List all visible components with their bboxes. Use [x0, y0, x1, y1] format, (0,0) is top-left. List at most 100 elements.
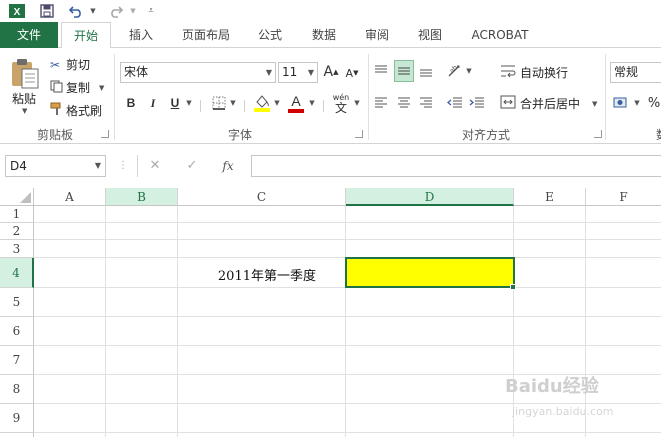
fill-color-dropdown-icon[interactable]: ▼	[272, 95, 282, 111]
tab-page-layout[interactable]: 页面布局	[174, 22, 238, 48]
row-header[interactable]: 2	[0, 223, 34, 240]
gridline	[34, 222, 661, 223]
number-format-combo[interactable]: 常规	[610, 62, 661, 83]
fill-handle[interactable]	[510, 284, 516, 290]
alignment-launcher-icon[interactable]	[594, 130, 602, 138]
column-header[interactable]: C	[178, 188, 346, 206]
clipboard-group-label: 剪贴板	[36, 128, 73, 142]
shrink-font-button[interactable]: A ▼	[343, 65, 361, 81]
font-name-combo[interactable]: 宋体 ▼	[120, 62, 276, 83]
select-all-corner[interactable]	[0, 188, 34, 206]
paste-dropdown-icon[interactable]: ▼	[22, 107, 27, 115]
cancel-icon[interactable]: ✕	[147, 158, 163, 174]
paste-button[interactable]: 粘贴	[12, 90, 36, 107]
align-middle-icon[interactable]	[394, 60, 414, 82]
row-header[interactable]: 9	[0, 404, 34, 433]
tab-formulas[interactable]: 公式	[250, 22, 290, 48]
row-header[interactable]: 5	[0, 288, 34, 317]
tab-view[interactable]: 视图	[410, 22, 450, 48]
redo-icon[interactable]	[106, 3, 126, 19]
font-color-button[interactable]: A	[286, 92, 306, 114]
cut-button[interactable]: ✂ 剪切	[50, 56, 90, 73]
row-header[interactable]: 1	[0, 206, 34, 223]
column-header[interactable]: F	[586, 188, 661, 206]
row-header-partial[interactable]	[0, 433, 34, 437]
grow-font-button[interactable]: A ▲	[322, 63, 340, 81]
name-box[interactable]: D4 ▼	[5, 155, 106, 177]
underline-dropdown-icon[interactable]: ▼	[184, 95, 194, 111]
tab-home[interactable]: 开始	[61, 22, 111, 49]
increase-indent-icon[interactable]	[468, 95, 486, 111]
tab-review[interactable]: 审阅	[357, 22, 397, 48]
paste-icon[interactable]	[9, 56, 41, 90]
borders-dropdown-icon[interactable]: ▼	[228, 95, 238, 111]
formula-bar-grip-icon: ⋮	[118, 160, 128, 171]
decrease-indent-icon[interactable]	[446, 95, 464, 111]
quick-access-toolbar: X ▼ ▼ ⩡	[0, 0, 661, 22]
column-header[interactable]: E	[514, 188, 586, 206]
redo-dropdown-icon[interactable]: ▼	[128, 3, 138, 19]
borders-icon[interactable]	[210, 94, 228, 112]
undo-dropdown-icon[interactable]: ▼	[88, 3, 98, 19]
undo-icon[interactable]	[66, 3, 86, 19]
merge-dropdown-icon[interactable]: ▼	[592, 100, 597, 108]
phonetic-dropdown-icon[interactable]: ▼	[352, 95, 362, 111]
formula-input[interactable]	[251, 155, 661, 177]
font-color-swatch	[288, 108, 304, 113]
cell-c4[interactable]: 2011年第一季度	[178, 265, 316, 284]
worksheet-grid: A B C D E F 1 2 3 4 5 6 7 8 9 2011年第一季度	[0, 188, 661, 437]
svg-text:X: X	[14, 7, 21, 18]
ribbon-separator	[605, 54, 606, 140]
clipboard-launcher-icon[interactable]	[101, 130, 109, 138]
tab-file[interactable]: 文件	[0, 22, 58, 48]
tab-data[interactable]: 数据	[304, 22, 344, 48]
accounting-format-icon[interactable]	[612, 94, 632, 112]
accounting-dropdown-icon[interactable]: ▼	[632, 96, 642, 110]
align-right-icon[interactable]	[417, 95, 435, 111]
font-launcher-icon[interactable]	[355, 130, 363, 138]
number-format-value: 常规	[614, 65, 639, 79]
orientation-dropdown-icon[interactable]: ▼	[464, 64, 474, 78]
customize-qat-icon[interactable]: ⩡	[145, 3, 157, 19]
tab-acrobat[interactable]: ACROBAT	[462, 22, 538, 48]
ribbon-separator	[323, 100, 324, 112]
alignment-group-label: 对齐方式	[461, 128, 510, 142]
align-bottom-icon[interactable]	[417, 62, 435, 80]
underline-button[interactable]: U	[168, 95, 182, 111]
insert-function-icon[interactable]: fx	[219, 157, 237, 175]
copy-button[interactable]: 复制 ▼	[50, 79, 104, 96]
merge-center-button[interactable]: 合并后居中 ▼	[500, 95, 597, 112]
merge-center-label: 合并后居中	[520, 97, 581, 111]
enter-icon[interactable]: ✓	[184, 158, 200, 174]
column-header-selected[interactable]: D	[346, 188, 514, 206]
font-size-combo[interactable]: 11 ▼	[278, 62, 318, 83]
chevron-down-icon: ▼	[265, 68, 272, 77]
row-header-selected[interactable]: 4	[0, 258, 34, 288]
bold-button[interactable]: B	[124, 95, 138, 111]
column-header[interactable]: B	[106, 188, 178, 206]
name-box-value: D4	[10, 159, 27, 173]
align-top-icon[interactable]	[372, 62, 390, 80]
cell-d4-selected[interactable]	[345, 257, 515, 288]
save-icon[interactable]	[38, 3, 56, 19]
wrap-text-icon	[500, 64, 520, 81]
font-size-value: 11	[282, 65, 298, 79]
column-header[interactable]: A	[34, 188, 106, 206]
orientation-icon[interactable]: ab	[446, 62, 464, 80]
align-center-icon[interactable]	[395, 95, 413, 111]
number-group-label: 数	[652, 126, 661, 143]
format-painter-button[interactable]: 格式刷	[50, 102, 102, 119]
font-color-dropdown-icon[interactable]: ▼	[307, 95, 317, 111]
align-left-icon[interactable]	[372, 95, 390, 111]
italic-button[interactable]: I	[146, 95, 160, 111]
row-header[interactable]: 6	[0, 317, 34, 346]
row-header[interactable]: 3	[0, 240, 34, 258]
percent-button[interactable]: %	[646, 94, 661, 112]
row-header[interactable]: 7	[0, 346, 34, 375]
wrap-text-button[interactable]: 自动换行	[500, 64, 568, 81]
copy-dropdown-icon[interactable]: ▼	[99, 84, 104, 92]
tab-insert[interactable]: 插入	[121, 22, 161, 48]
fill-color-icon[interactable]	[252, 92, 272, 114]
phonetic-guide-button[interactable]: wén 文	[330, 92, 352, 114]
row-header[interactable]: 8	[0, 375, 34, 404]
